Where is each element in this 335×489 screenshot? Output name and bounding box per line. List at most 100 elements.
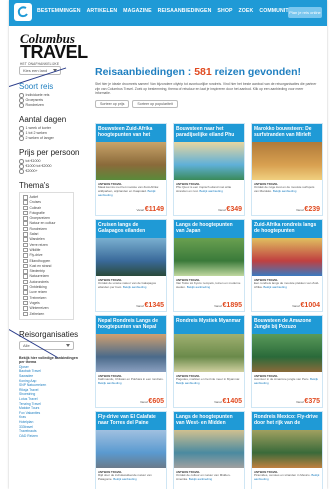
nav-item-shop[interactable]: SHOP [217, 8, 232, 14]
offer-card[interactable]: Rondreis Mexico: Fly-drive door het rijk… [251, 411, 323, 489]
card-title[interactable]: Langs de hoogtepunten van Japan [174, 220, 244, 238]
card-link[interactable]: Bekijk aanbieding [189, 477, 213, 481]
dagen-title: Aantal dagen [19, 115, 67, 124]
plan-trip-button[interactable]: Plan je reis online [288, 7, 322, 18]
offer-card[interactable]: Rondreis Mystiek Myanmar ANTWAN TRAVEL Pag… [173, 315, 245, 408]
brand-line2: TRAVEL [20, 42, 88, 62]
price-value: €239 [304, 206, 320, 213]
dagen-options: 1 week of korter 1 tot 2 weken 2 weken of … [19, 126, 89, 141]
org-heading: Bekijk hier volledige aanbiedingen per t… [19, 355, 78, 365]
filter-sidebar: Kies een land Soort reis Individuele rei… [19, 66, 89, 438]
page-title: Reisaanbiedingen : 581 reizen gevonden! [95, 66, 323, 78]
price-label: Vanaf [139, 400, 148, 404]
offer-card[interactable]: Fly-drive van El Calafate naar Torres de… [95, 411, 167, 489]
themas-title: Thema's [19, 181, 50, 190]
card-body: ANTWAN TRAVEL Van Tokio tot Kyoto: tempel… [174, 276, 244, 302]
offer-card[interactable]: Bouwsteen de Amazone Jungle bij Pozuzo AN… [251, 315, 323, 408]
card-text: Rijd door de indrukwekkende natuur van P… [98, 473, 164, 482]
card-link[interactable]: Bekijk aanbieding [113, 477, 137, 481]
card-image[interactable] [96, 142, 166, 180]
offer-card[interactable]: Cruisen langs de Galapagos eilanden ANTWA… [95, 219, 167, 312]
offer-card[interactable]: Langs de hoogtepunten van Japan ANTWAN TR… [173, 219, 245, 312]
card-title[interactable]: Zuid-Afrika rondreis langs de hoogtepunt… [252, 220, 322, 238]
card-title[interactable]: Cruisen langs de Galapagos eilanden [96, 220, 166, 238]
card-body: ANTWAN TRAVEL Piramides, cenotes en stran… [252, 468, 322, 489]
card-link[interactable]: Bekijk aanbieding [187, 285, 211, 289]
offer-card[interactable]: Langs de hoogtepunten van West- en Midde… [173, 411, 245, 489]
card-price: Vanaf €1895 [174, 302, 244, 311]
card-price: Vanaf €1405 [174, 398, 244, 407]
card-body: ANTWAN TRAVEL Phu Quoc is een tropisch ei… [174, 180, 244, 206]
card-link[interactable]: Bekijk aanbieding [263, 285, 287, 289]
card-text: Ontdek de ruige kust en de mooiste surfs… [254, 185, 320, 194]
dagen-item[interactable]: 2 weken of langer [19, 136, 89, 141]
price-label: Vanaf [217, 208, 226, 212]
card-link[interactable]: Bekijk aanbieding [98, 381, 122, 385]
card-image[interactable] [96, 334, 166, 372]
card-price: Vanaf €239 [252, 206, 322, 215]
card-price: Vanaf €1149 [96, 206, 166, 215]
card-title[interactable]: Bouwsteen de Amazone Jungle bij Pozuzo [252, 316, 322, 334]
nav-item-bestemmingen[interactable]: BESTEMMINGEN [37, 8, 81, 14]
card-title[interactable]: Bouwsteen naar het paradijselijke eiland… [174, 124, 244, 142]
offer-card[interactable]: Zuid-Afrika rondreis langs de hoogtepunt… [251, 219, 323, 312]
price-value: €1345 [144, 302, 164, 309]
soort-title: Soort reis [19, 82, 54, 91]
price-value: €349 [226, 206, 242, 213]
card-link[interactable]: Bekijk aanbieding [199, 189, 223, 193]
price-value: €1149 [144, 206, 164, 213]
card-image[interactable] [174, 238, 244, 276]
offer-card[interactable]: Bouwsteen Zuid-Afrika hoogtepunten van h… [95, 123, 167, 216]
soort-options: Individuele reis Groepsreis Rondreizen [19, 93, 89, 108]
card-image[interactable] [96, 430, 166, 468]
nav-links: BESTEMMINGEN ARTIKELEN MAGAZINE REISAANBIED… [37, 8, 292, 14]
nav-item-artikelen[interactable]: ARTIKELEN [87, 8, 118, 14]
title-suffix: reizen gevonden! [211, 66, 301, 78]
prijs-item[interactable]: €2000+ [19, 169, 89, 174]
card-image[interactable] [252, 430, 322, 468]
offer-card[interactable]: Marokko bouwsteen: De surfstranden van M… [251, 123, 323, 216]
card-title[interactable]: Bouwsteen Zuid-Afrika hoogtepunten van h… [96, 124, 166, 142]
card-price: Vanaf €605 [96, 398, 166, 407]
card-image[interactable] [174, 142, 244, 180]
org-links: Djoser Baobab Travel Sawadee Koning Aap SNP … [19, 365, 89, 439]
brand-logo[interactable]: Columbus TRAVEL HET ONAFHANKELIJKE REISM… [20, 32, 88, 70]
card-image[interactable] [252, 334, 322, 372]
card-title[interactable]: Nepal Rondreis Langs de hoogtepunten van… [96, 316, 166, 334]
card-title[interactable]: Rondreis Mystiek Myanmar [174, 316, 244, 334]
sort-controls: Sorteer op prijs Sorteer op populariteit [95, 99, 323, 108]
card-title[interactable]: Rondreis Mexico: Fly-drive door het rijk… [252, 412, 322, 430]
sort-popularity-button[interactable]: Sorteer op populariteit [132, 99, 178, 108]
card-link[interactable]: Bekijk aanbieding [176, 381, 200, 385]
price-value: €1004 [300, 302, 320, 309]
thema-item[interactable]: Zeilreizen [23, 312, 73, 317]
card-text: Maak kennis met het mooiste van Zuid-Afr… [98, 185, 164, 197]
nav-item-reisaanbiedingen[interactable]: REISAANBIEDINGEN [158, 8, 212, 14]
card-image[interactable] [252, 238, 322, 276]
card-link[interactable]: Bekijk aanbieding [273, 189, 297, 193]
nav-item-zoek[interactable]: ZOEK [239, 8, 254, 14]
org-item[interactable]: OAD Reizen [19, 434, 89, 439]
card-link[interactable]: Bekijk aanbieding [123, 285, 147, 289]
logo-icon[interactable] [14, 3, 32, 21]
card-image[interactable] [96, 238, 166, 276]
card-image[interactable] [174, 430, 244, 468]
sort-price-button[interactable]: Sorteer op prijs [95, 99, 130, 108]
card-image[interactable] [252, 142, 322, 180]
org-select[interactable]: Alle [19, 340, 74, 350]
card-title[interactable]: Langs de hoogtepunten van West- en Midde… [174, 412, 244, 430]
card-text: Van Tokio tot Kyoto: tempels, tuinen en … [176, 281, 242, 290]
offer-card[interactable]: Nepal Rondreis Langs de hoogtepunten van… [95, 315, 167, 408]
nav-item-magazine[interactable]: MAGAZINE [123, 8, 151, 14]
card-image[interactable] [174, 334, 244, 372]
card-body: ANTWAN TRAVEL Kathmandu, Chitwan en Pokha… [96, 372, 166, 398]
card-body: ANTWAN TRAVEL Pagodes, markten en het Inl… [174, 372, 244, 398]
offer-card[interactable]: Bouwsteen naar het paradijselijke eiland… [173, 123, 245, 216]
card-text: Piramides, cenotes en stranden in Mexico… [254, 473, 320, 482]
price-value: €1895 [222, 302, 242, 309]
card-price: Vanaf €349 [174, 206, 244, 215]
card-title[interactable]: Marokko bouwsteen: De surfstranden van M… [252, 124, 322, 142]
soort-item[interactable]: Rondreizen [19, 103, 89, 108]
card-title[interactable]: Fly-drive van El Calafate naar Torres de… [96, 412, 166, 430]
themas-options: Actief Cruises Culinair Fotografie Groepsrei… [19, 192, 74, 320]
